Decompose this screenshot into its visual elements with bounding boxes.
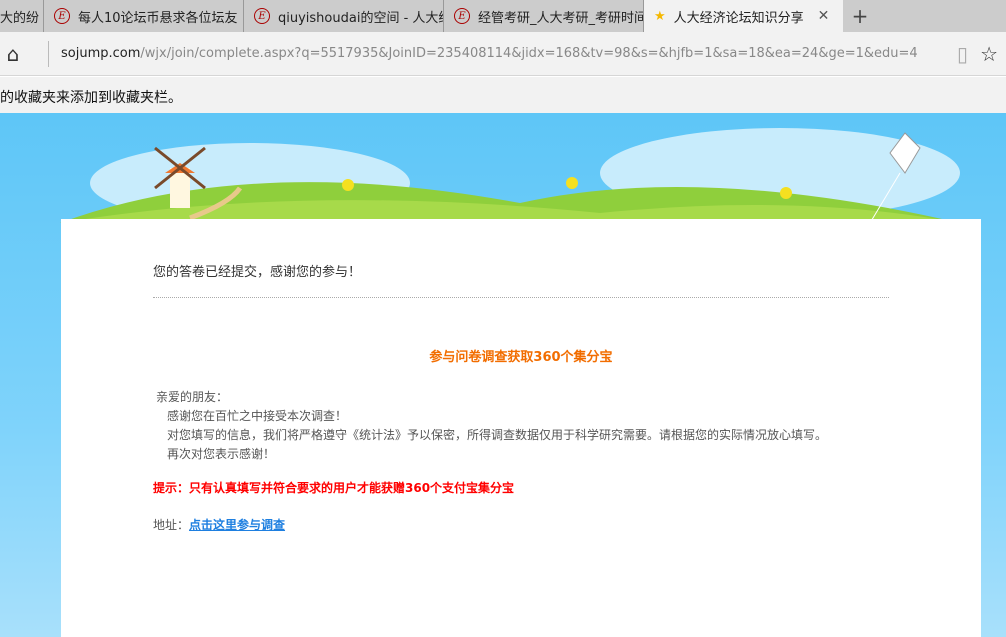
star-favicon-icon: ★ xyxy=(654,8,666,24)
tab-label: qiuyishoudai的空间 - 人大经 xyxy=(278,10,444,26)
divider xyxy=(153,297,889,298)
favorite-star-icon[interactable]: ☆ xyxy=(980,42,998,66)
greeting: 亲爱的朋友： xyxy=(156,390,229,404)
forum-favicon-icon: E xyxy=(54,8,70,24)
survey-address: 地址：点击这里参与调查 xyxy=(153,516,285,533)
intro-text: 亲爱的朋友： 感谢您在百忙之中接受本次调查！ 对您填写的信息，我们将严格遵守《统… xyxy=(153,388,827,464)
survey-title: 参与问卷调查获取360个集分宝 xyxy=(429,350,613,365)
forum-favicon-icon: E xyxy=(254,8,270,24)
tab[interactable]: 大的纷 xyxy=(0,0,44,32)
reading-view-icon[interactable]: ▯ xyxy=(957,42,968,66)
tab-bar: 大的纷 E 每人10论坛币悬求各位坛友 Eqiuyishoudai的空间 - 人大… xyxy=(0,0,1006,32)
address-label: 地址： xyxy=(153,518,190,532)
url-field[interactable]: sojump.com/wjx/join/complete.aspx?q=5517… xyxy=(61,46,957,61)
tab-label: 每人10论坛币悬求各位坛友 xyxy=(78,10,238,26)
submitted-message: 您的答卷已经提交，感谢您的参与！ xyxy=(153,265,362,280)
intro-line: 再次对您表示感谢！ xyxy=(167,447,276,461)
address-bar: ⌂ sojump.com/wjx/join/complete.aspx?q=55… xyxy=(0,32,1006,76)
divider xyxy=(48,40,49,67)
forum-favicon-icon: E xyxy=(454,8,470,24)
intro-line: 感谢您在百忙之中接受本次调查！ xyxy=(167,409,348,423)
tab-active[interactable]: ★ 人大经济论坛知识分享 ✕ xyxy=(644,0,843,32)
tab[interactable]: E 经管考研_人大考研_考研时间 xyxy=(444,0,644,32)
home-icon[interactable]: ⌂ xyxy=(0,42,26,66)
tab-label: 人大经济论坛知识分享 xyxy=(673,10,804,26)
tip-text: 提示：只有认真填写并符合要求的用户才能获赠360个支付宝集分宝 xyxy=(153,481,515,495)
favorites-bar-hint: 的收藏夹来添加到收藏夹栏。 xyxy=(0,77,1006,113)
tab-label: 经管考研_人大考研_考研时间 xyxy=(478,10,644,26)
new-tab-button[interactable]: + xyxy=(843,0,877,32)
survey-link[interactable]: 点击这里参与调查 xyxy=(189,518,285,532)
intro-line: 对您填写的信息，我们将严格遵守《统计法》予以保密，所得调查数据仅用于科学研究需要… xyxy=(167,428,828,442)
content-panel: 您的答卷已经提交，感谢您的参与！ 参与问卷调查获取360个集分宝 亲爱的朋友： … xyxy=(61,219,981,637)
tab[interactable]: Eqiuyishoudai的空间 - 人大经 xyxy=(244,0,444,32)
close-tab-icon[interactable]: ✕ xyxy=(818,8,830,24)
tab[interactable]: E 每人10论坛币悬求各位坛友 xyxy=(44,0,244,32)
tab-label: 大的纷 xyxy=(0,10,40,26)
landscape-illustration xyxy=(60,128,960,223)
